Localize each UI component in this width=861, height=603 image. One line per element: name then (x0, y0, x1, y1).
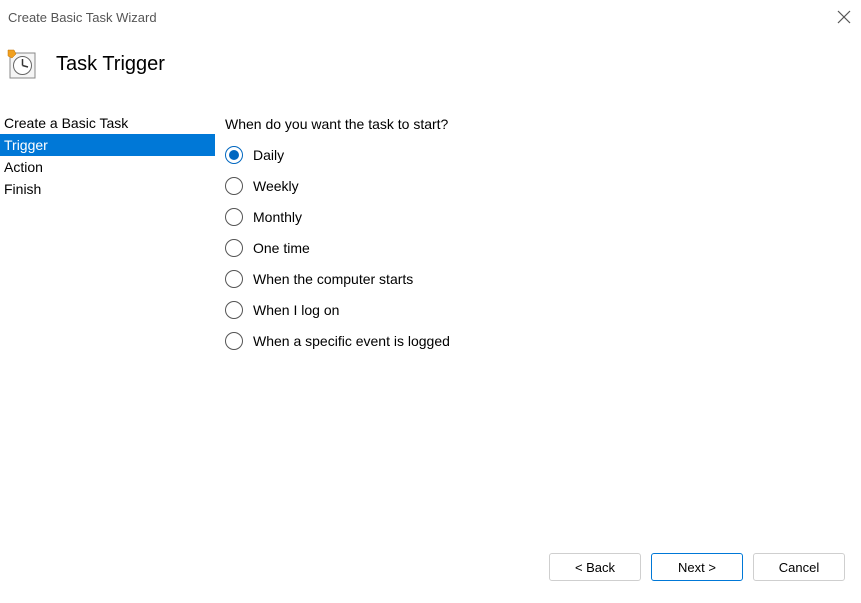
window-title: Create Basic Task Wizard (8, 10, 157, 25)
back-button[interactable]: < Back (549, 553, 641, 581)
radio-icon (225, 146, 243, 164)
sidebar-step-finish[interactable]: Finish (0, 178, 215, 200)
button-bar: < Back Next > Cancel (0, 541, 861, 593)
radio-option-onetime[interactable]: One time (225, 239, 851, 257)
radio-icon (225, 177, 243, 195)
radio-option-computer-starts[interactable]: When the computer starts (225, 270, 851, 288)
close-icon[interactable] (837, 10, 851, 24)
radio-icon (225, 332, 243, 350)
radio-icon (225, 208, 243, 226)
trigger-question: When do you want the task to start? (225, 116, 851, 132)
main-pane: When do you want the task to start? Dail… (215, 108, 861, 540)
radio-option-weekly[interactable]: Weekly (225, 177, 851, 195)
page-title: Task Trigger (56, 53, 165, 76)
radio-label: Weekly (253, 178, 299, 194)
radio-option-monthly[interactable]: Monthly (225, 208, 851, 226)
radio-icon (225, 239, 243, 257)
content-area: Create a Basic Task Trigger Action Finis… (0, 108, 861, 540)
radio-option-event-logged[interactable]: When a specific event is logged (225, 332, 851, 350)
radio-option-logon[interactable]: When I log on (225, 301, 851, 319)
sidebar-step-action[interactable]: Action (0, 156, 215, 178)
wizard-steps-sidebar: Create a Basic Task Trigger Action Finis… (0, 108, 215, 540)
radio-label: Monthly (253, 209, 302, 225)
radio-label: Daily (253, 147, 284, 163)
radio-icon (225, 270, 243, 288)
radio-label: When the computer starts (253, 271, 413, 287)
cancel-button[interactable]: Cancel (753, 553, 845, 581)
clock-icon (6, 48, 38, 80)
wizard-header: Task Trigger (0, 34, 861, 108)
radio-label: One time (253, 240, 310, 256)
radio-label: When a specific event is logged (253, 333, 450, 349)
trigger-radio-group: Daily Weekly Monthly One time When the c… (225, 146, 851, 350)
sidebar-step-create[interactable]: Create a Basic Task (0, 112, 215, 134)
next-button[interactable]: Next > (651, 553, 743, 581)
radio-label: When I log on (253, 302, 339, 318)
radio-option-daily[interactable]: Daily (225, 146, 851, 164)
titlebar: Create Basic Task Wizard (0, 0, 861, 34)
radio-icon (225, 301, 243, 319)
sidebar-step-trigger[interactable]: Trigger (0, 134, 215, 156)
